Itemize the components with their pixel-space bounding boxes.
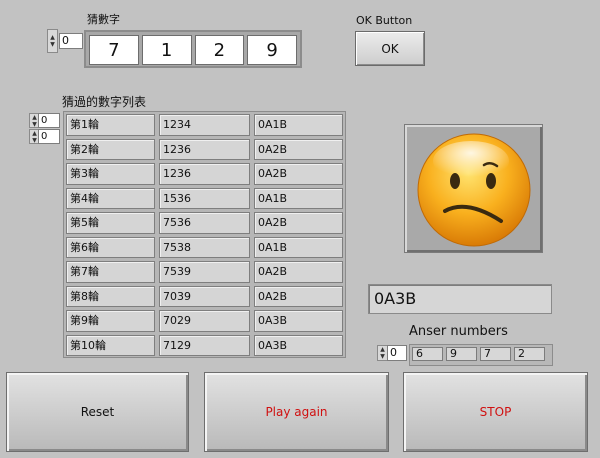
table-row: 第1輪 1234 0A1B	[66, 114, 343, 136]
score-cell: 0A2B	[253, 261, 343, 283]
arrow-up-icon: ▲	[32, 113, 37, 121]
guess-index-field[interactable]: 0	[59, 33, 83, 49]
ok-label: OK Button	[356, 14, 413, 27]
score-cell: 0A3B	[253, 334, 343, 356]
score-cell: 0A3B	[253, 310, 343, 332]
stop-button[interactable]: STOP	[403, 372, 588, 452]
status-face-frame	[404, 124, 543, 253]
answer-digit-1: 6	[412, 347, 443, 361]
table-row: 第7輪 7539 0A2B	[66, 261, 343, 283]
arrow-up-icon: ▲	[380, 346, 385, 353]
round-cell: 第4輪	[66, 187, 156, 209]
answer-digit-4: 2	[514, 347, 545, 361]
guess-cell: 1236	[159, 138, 250, 160]
history-label: 猜過的數字列表	[62, 95, 147, 109]
guess-cell: 7029	[159, 310, 250, 332]
answer-digits: 6 9 7 2	[409, 344, 553, 366]
answer-digit-3: 7	[480, 347, 511, 361]
score-cell: 0A2B	[253, 285, 343, 307]
round-cell: 第7輪	[66, 261, 156, 283]
ok-button[interactable]: OK	[355, 31, 425, 66]
guess-cell: 7538	[159, 236, 250, 258]
guess-digit-2[interactable]: 1	[141, 35, 192, 65]
table-row: 第10輪 7129 0A3B	[66, 334, 343, 356]
arrow-down-icon: ▼	[380, 353, 385, 360]
score-cell: 0A1B	[253, 236, 343, 258]
guess-digit-3[interactable]: 2	[194, 35, 245, 65]
score-cell: 0A2B	[253, 212, 343, 234]
table-row: 第5輪 7536 0A2B	[66, 212, 343, 234]
guess-index-spinner[interactable]: ▲ ▼	[47, 29, 58, 53]
guess-digit-1[interactable]: 7	[89, 35, 139, 65]
round-cell: 第1輪	[66, 114, 156, 136]
round-cell: 第8輪	[66, 285, 156, 307]
guess-cell: 7539	[159, 261, 250, 283]
round-cell: 第9輪	[66, 310, 156, 332]
guess-cell: 7536	[159, 212, 250, 234]
table-row: 第6輪 7538 0A1B	[66, 236, 343, 258]
guess-cell: 7039	[159, 285, 250, 307]
table-row: 第8輪 7039 0A2B	[66, 285, 343, 307]
arrow-down-icon: ▼	[50, 41, 55, 48]
round-cell: 第10輪	[66, 334, 156, 356]
round-cell: 第2輪	[66, 138, 156, 160]
score-cell: 0A1B	[253, 187, 343, 209]
answer-label: Anser numbers	[409, 324, 508, 339]
result-display: 0A3B	[368, 284, 552, 314]
score-cell: 0A2B	[253, 163, 343, 185]
round-cell: 第5輪	[66, 212, 156, 234]
guess-cell: 1234	[159, 114, 250, 136]
table-row: 第2輪 1236 0A2B	[66, 138, 343, 160]
guess-digits: 7 1 2 9	[84, 30, 302, 68]
guess-cell: 1536	[159, 187, 250, 209]
round-cell: 第6輪	[66, 236, 156, 258]
table-row: 第9輪 7029 0A3B	[66, 310, 343, 332]
history-row-index[interactable]: 0	[38, 113, 60, 128]
guess-digit-4[interactable]: 9	[247, 35, 297, 65]
score-cell: 0A1B	[253, 114, 343, 136]
guess-label: 猜數字	[87, 13, 120, 26]
arrow-down-icon: ▼	[32, 120, 37, 128]
play-again-button[interactable]: Play again	[204, 372, 389, 452]
sad-face-icon	[417, 133, 531, 247]
guess-cell: 1236	[159, 163, 250, 185]
round-cell: 第3輪	[66, 163, 156, 185]
reset-button[interactable]: Reset	[6, 372, 189, 452]
arrow-up-icon: ▲	[32, 129, 37, 137]
arrow-up-icon: ▲	[50, 34, 55, 41]
answer-index-field[interactable]: 0	[387, 345, 407, 361]
guess-cell: 7129	[159, 334, 250, 356]
table-row: 第4輪 1536 0A1B	[66, 187, 343, 209]
history-table: 第1輪 1234 0A1B 第2輪 1236 0A2B 第3輪 1236 0A2B 第4輪 1536…	[63, 111, 346, 358]
history-col-index[interactable]: 0	[38, 129, 60, 144]
answer-digit-2: 9	[446, 347, 477, 361]
arrow-down-icon: ▼	[32, 136, 37, 144]
table-row: 第3輪 1236 0A2B	[66, 163, 343, 185]
score-cell: 0A2B	[253, 138, 343, 160]
